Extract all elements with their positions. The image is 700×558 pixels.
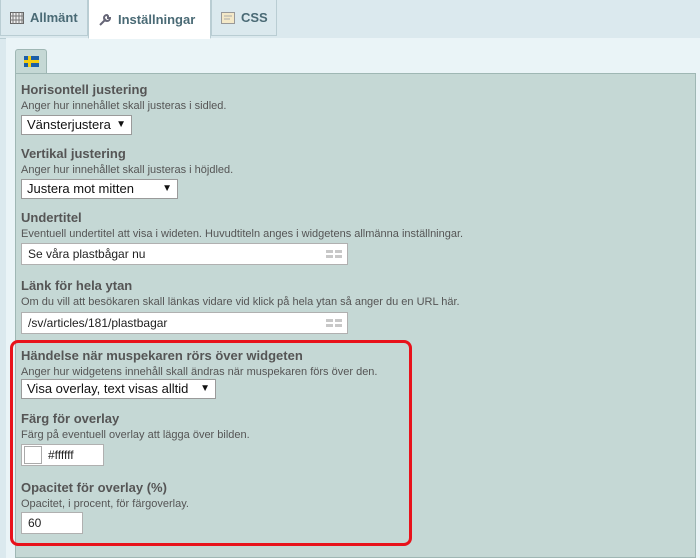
text-options-icon[interactable] — [326, 250, 342, 259]
field-title: Horisontell justering — [21, 82, 148, 97]
swedish-flag-icon — [23, 56, 39, 67]
field-title: Undertitel — [21, 210, 82, 225]
input-value: Se våra plastbågar nu — [28, 247, 146, 261]
field-title: Vertikal justering — [21, 146, 126, 161]
highlight-box — [10, 340, 412, 546]
css-icon — [221, 11, 235, 24]
vertical-alignment-select[interactable]: Justera mot mitten ▼ — [21, 179, 178, 199]
tab-settings[interactable]: Inställningar — [88, 0, 211, 39]
tab-general[interactable]: Allmänt — [0, 0, 88, 36]
vertical-alignment-group: Vertikal justering Anger hur innehållet … — [21, 146, 233, 177]
field-title: Länk för hela ytan — [21, 278, 133, 293]
field-description: Anger hur innehållet skall justeras i si… — [21, 100, 227, 112]
input-value: /sv/articles/181/plastbagar — [28, 316, 168, 330]
dropdown-arrow-icon: ▼ — [162, 183, 172, 194]
language-tab[interactable] — [15, 49, 47, 73]
tab-general-label: Allmänt — [30, 10, 78, 25]
grid-icon — [10, 11, 24, 24]
link-group: Länk för hela ytan Om du vill att besöka… — [21, 278, 460, 309]
select-value: Justera mot mitten — [27, 181, 134, 196]
tab-css[interactable]: CSS — [211, 0, 277, 36]
field-description: Anger hur innehållet skall justeras i hö… — [21, 164, 234, 176]
select-value: Vänsterjustera — [27, 117, 111, 132]
tab-css-label: CSS — [241, 10, 268, 25]
field-description: Eventuell undertitel att visa i wideten.… — [21, 228, 464, 240]
subtitle-input[interactable]: Se våra plastbågar nu — [21, 243, 348, 265]
text-options-icon[interactable] — [326, 319, 342, 328]
horizontal-alignment-select[interactable]: Vänsterjustera ▼ — [21, 115, 132, 135]
horizontal-alignment-group: Horisontell justering Anger hur innehåll… — [21, 82, 226, 113]
tab-settings-label: Inställningar — [118, 11, 196, 27]
field-description: Om du vill att besökaren skall länkas vi… — [21, 296, 460, 308]
dropdown-arrow-icon: ▼ — [116, 119, 126, 130]
subtitle-group: Undertitel Eventuell undertitel att visa… — [21, 210, 463, 241]
link-input[interactable]: /sv/articles/181/plastbagar — [21, 312, 348, 334]
wrench-icon — [98, 13, 112, 26]
